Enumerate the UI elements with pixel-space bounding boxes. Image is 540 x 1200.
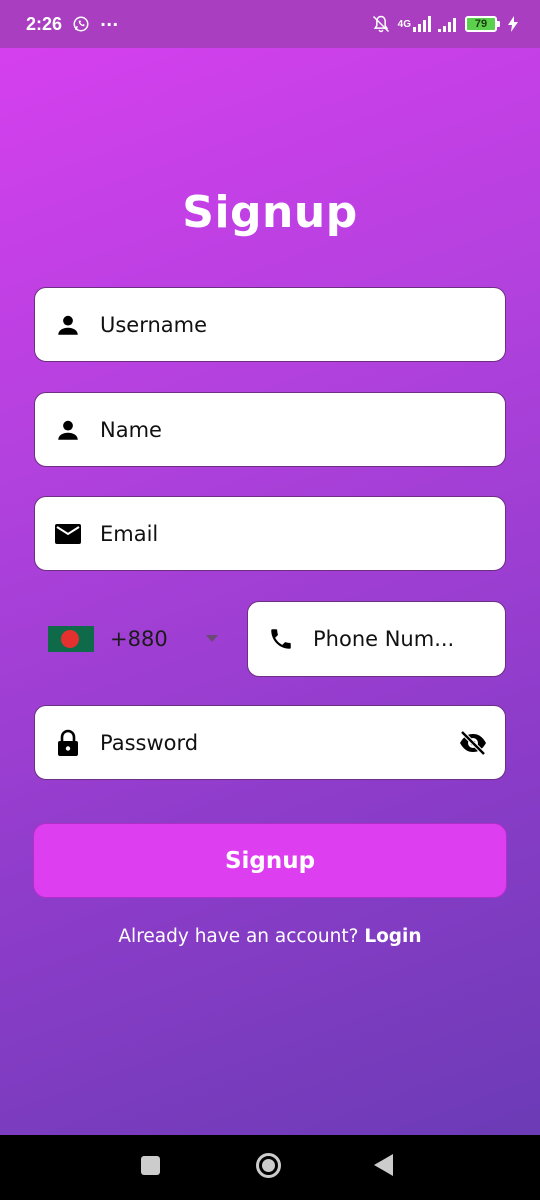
charging-icon <box>508 16 518 32</box>
password-field[interactable]: Password <box>34 705 506 780</box>
country-selector[interactable]: +880 <box>48 626 168 652</box>
person-icon <box>53 415 83 445</box>
signup-button[interactable]: Signup <box>33 823 507 898</box>
person-icon <box>53 310 83 340</box>
login-prompt-text: Already have an account? <box>118 926 365 947</box>
password-placeholder: Password <box>100 730 199 755</box>
system-nav-bar <box>0 1135 540 1200</box>
phone-field[interactable]: Phone Num... <box>247 601 506 677</box>
mail-icon <box>53 519 83 549</box>
phone-icon <box>266 624 296 654</box>
username-placeholder: Username <box>100 312 208 337</box>
recents-button[interactable] <box>141 1156 160 1175</box>
name-field[interactable]: Name <box>34 392 506 467</box>
mute-bell-icon <box>371 14 391 34</box>
email-field[interactable]: Email <box>34 496 506 571</box>
name-placeholder: Name <box>100 417 162 442</box>
login-link[interactable]: Login <box>364 926 421 947</box>
bangladesh-flag <box>48 626 94 652</box>
whatsapp-icon <box>72 15 90 33</box>
visibility-off-icon[interactable] <box>457 727 489 759</box>
lock-icon <box>53 728 83 758</box>
phone-placeholder: Phone Num... <box>313 627 455 651</box>
dropdown-arrow-icon[interactable] <box>206 635 218 642</box>
signal-icon-2 <box>438 16 458 32</box>
home-button[interactable] <box>256 1153 281 1178</box>
username-field[interactable]: Username <box>34 287 506 362</box>
country-code: +880 <box>110 627 168 651</box>
network-label: 4G <box>397 18 411 30</box>
status-bar: 2:26 ··· 4G 79 <box>0 0 540 48</box>
page-title: Signup <box>182 187 358 238</box>
phone-row: +880 Phone Num... <box>34 601 506 677</box>
email-placeholder: Email <box>100 521 159 546</box>
overflow-dots: ··· <box>100 14 119 34</box>
battery-icon: 79 <box>465 16 500 32</box>
back-button[interactable] <box>374 1154 393 1176</box>
login-prompt: Already have an account? Login <box>0 926 540 947</box>
status-time: 2:26 <box>26 13 63 34</box>
signal-icon: 4G <box>398 16 431 32</box>
signup-screen: 2:26 ··· 4G 79 Signup Username Name Emai… <box>0 0 540 1135</box>
